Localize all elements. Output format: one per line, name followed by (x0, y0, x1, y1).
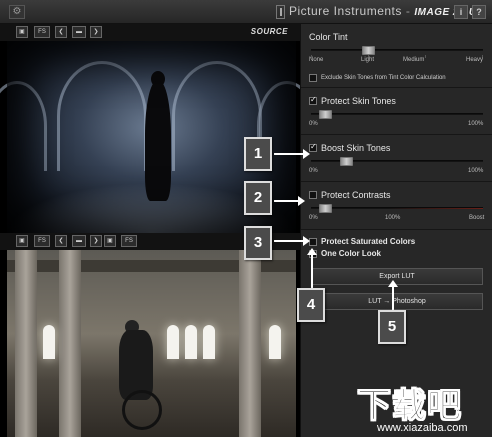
color-tint-knob[interactable] (362, 46, 375, 55)
prev-icon[interactable]: ❮ (55, 235, 67, 247)
save-icon[interactable]: ▣ (104, 235, 116, 247)
protect-saturated-label: Protect Saturated Colors (321, 237, 416, 246)
tint-scale-none: None (309, 57, 324, 63)
checkbox-icon[interactable] (309, 191, 317, 199)
bmx-rider (119, 330, 153, 400)
callout-4: 4 (297, 288, 325, 322)
watermark-url: www.xiazaiba.com (377, 422, 468, 434)
fs-toggle-icon[interactable]: FS (34, 235, 50, 247)
title-separator: - (405, 4, 411, 18)
boost-skin-toggle[interactable]: Boost Skin Tones (309, 142, 391, 153)
pillar (59, 250, 81, 437)
boost-skin-section: Boost Skin Tones 0% 100% (301, 135, 492, 182)
tint-scale-heavy: Heavy (466, 57, 484, 63)
callout-2: 2 (244, 181, 272, 215)
tint-scale-light: Light (361, 57, 375, 63)
next-icon[interactable]: ❯ (90, 235, 102, 247)
pillar (239, 250, 261, 437)
fs-label: FS (125, 238, 133, 244)
folder-icon[interactable]: ▬ (72, 26, 86, 38)
one-color-look-label: One Color Look (321, 249, 381, 258)
contrasts-mid: 100% (385, 215, 401, 221)
help-button[interactable]: ? (472, 5, 486, 19)
checkbox-icon[interactable] (309, 74, 317, 82)
watermark-logo: 下载吧 (357, 387, 462, 426)
color-tint-section: Color Tint None Light Medium Heavy Exclu… (301, 24, 492, 88)
fs-label: FS (38, 238, 46, 244)
target-pane: ▣ FS ❮ ▬ ❯ ▣ FS (0, 233, 300, 437)
prev-icon[interactable]: ❮ (55, 26, 67, 38)
protect-contrasts-knob[interactable] (318, 204, 332, 213)
window (185, 325, 197, 359)
boost-skin-knob[interactable] (339, 157, 353, 166)
camera-icon[interactable]: ▣ (16, 235, 28, 247)
protect-skin-label: Protect Skin Tones (321, 96, 396, 106)
brand-name: Picture Instruments (289, 4, 402, 18)
window (203, 325, 215, 359)
contrasts-max: Boost (469, 215, 485, 221)
pillar (15, 250, 37, 437)
source-label: SOURCE (250, 27, 288, 36)
callout-1: 1 (244, 137, 272, 171)
tick (425, 55, 426, 58)
next-icon[interactable]: ❯ (90, 26, 102, 38)
exclude-skin-label: Exclude Skin Tones from Tint Color Calcu… (321, 75, 446, 81)
callout-5-arrow (388, 280, 398, 310)
boost-skin-max: 100% (468, 168, 484, 174)
target-image[interactable] (7, 250, 296, 437)
title-bar: ⚙ Picture Instruments - IMAGE 2 LUT i ? (0, 0, 492, 24)
protect-contrasts-slider[interactable] (311, 204, 483, 213)
info-button[interactable]: i (454, 5, 468, 19)
protect-skin-toggle[interactable]: Protect Skin Tones (309, 95, 396, 106)
callout-1-arrow (274, 149, 310, 159)
lut-to-photoshop-button[interactable]: LUT → Photoshop (311, 293, 483, 310)
callout-3-arrow (274, 236, 310, 246)
callout-5: 5 (378, 310, 406, 344)
watermark: 下载吧 www.xiazaiba.com (349, 378, 492, 437)
protect-saturated-toggle[interactable]: Protect Saturated Colors (309, 237, 415, 246)
protect-contrasts-section: Protect Contrasts 0% 100% Boost (301, 182, 492, 230)
boost-skin-slider[interactable] (311, 157, 483, 166)
color-tint-title: Color Tint (309, 32, 348, 42)
protect-contrasts-toggle[interactable]: Protect Contrasts (309, 190, 391, 200)
camera-icon[interactable]: ▣ (16, 26, 28, 38)
settings-panel: Color Tint None Light Medium Heavy Exclu… (300, 24, 492, 437)
protect-skin-knob[interactable] (318, 110, 332, 119)
brand-logo-icon (276, 5, 285, 19)
callout-3: 3 (244, 226, 272, 260)
fs-label: FS (38, 29, 46, 35)
fs-toggle-icon[interactable]: FS (121, 235, 137, 247)
protect-skin-section: Protect Skin Tones 0% 100% (301, 88, 492, 135)
protect-skin-max: 100% (468, 121, 484, 127)
window (167, 325, 179, 359)
protect-skin-slider[interactable] (311, 110, 483, 119)
boost-skin-label: Boost Skin Tones (321, 143, 391, 153)
protect-contrasts-label: Protect Contrasts (321, 190, 391, 200)
color-tint-slider[interactable] (311, 46, 483, 58)
window (43, 325, 55, 359)
fs-toggle-icon[interactable]: FS (34, 26, 50, 38)
tint-scale-medium: Medium (403, 57, 425, 63)
one-color-look-toggle[interactable]: One Color Look (309, 249, 381, 258)
folder-icon[interactable]: ▬ (72, 235, 86, 247)
callout-2-arrow (274, 196, 305, 206)
contrasts-min: 0% (309, 215, 318, 221)
exclude-skin-toggle[interactable]: Exclude Skin Tones from Tint Color Calcu… (309, 74, 446, 82)
gear-icon[interactable]: ⚙ (9, 5, 25, 19)
bike-wheel (122, 390, 162, 430)
source-toolbar: ▣ FS ❮ ▬ ❯ SOURCE (0, 24, 300, 41)
protect-skin-min: 0% (309, 121, 318, 127)
boost-skin-min: 0% (309, 168, 318, 174)
checkbox-icon[interactable] (309, 95, 317, 105)
checkbox-icon[interactable] (309, 142, 317, 152)
window (269, 325, 281, 359)
callout-4-arrow (307, 248, 317, 288)
checkbox-icon[interactable] (309, 237, 317, 246)
